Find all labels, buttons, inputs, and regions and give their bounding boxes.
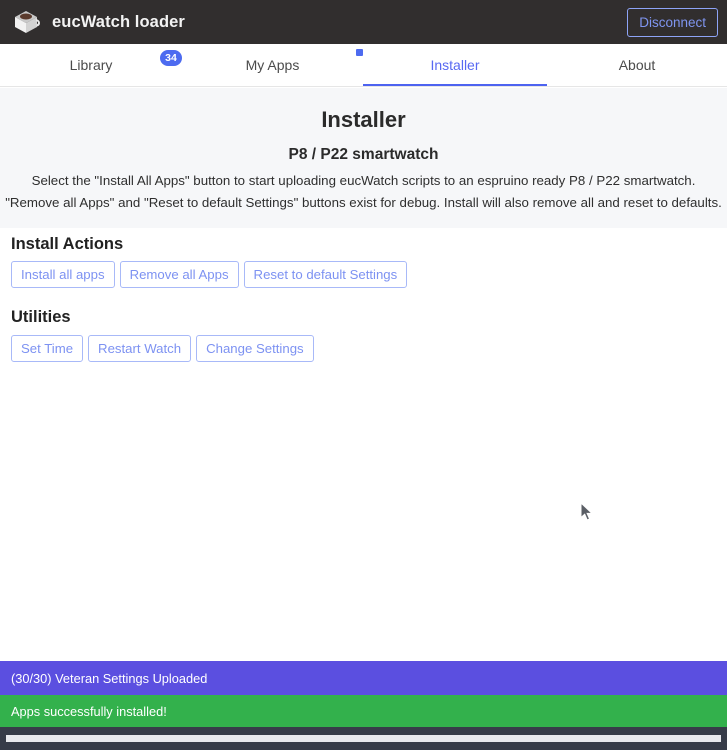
tab-installer-label: Installer: [430, 57, 480, 73]
success-status-text: Apps successfully installed!: [11, 703, 167, 719]
restart-watch-button[interactable]: Restart Watch: [88, 335, 192, 362]
my-apps-notification-dot: [356, 49, 363, 56]
installer-jumbotron: Installer P8 / P22 smartwatch Select the…: [0, 88, 727, 228]
active-tab-underline: [363, 84, 547, 86]
tab-library-label: Library: [69, 57, 113, 73]
app-title: eucWatch loader: [52, 12, 185, 31]
espruino-cube-icon: [12, 9, 40, 35]
disconnect-button[interactable]: Disconnect: [627, 8, 718, 37]
reset-to-default-settings-button[interactable]: Reset to default Settings: [243, 261, 408, 288]
install-actions-buttons: Install all apps Remove all Apps Reset t…: [11, 261, 412, 288]
instructions-line-2: "Remove all Apps" and "Reset to default …: [5, 195, 722, 210]
progress-bar-track: [6, 735, 721, 742]
tab-my-apps[interactable]: My Apps: [182, 44, 363, 86]
tab-my-apps-label: My Apps: [245, 57, 300, 73]
tab-about[interactable]: About: [547, 44, 727, 86]
change-settings-button[interactable]: Change Settings: [196, 335, 314, 362]
install-all-apps-button[interactable]: Install all apps: [11, 261, 115, 288]
app-header: eucWatch loader Disconnect: [0, 0, 727, 44]
utilities-heading: Utilities: [11, 308, 71, 326]
page-title: Installer: [321, 107, 406, 132]
page-subtitle: P8 / P22 smartwatch: [288, 146, 439, 163]
library-count-badge: 34: [160, 50, 182, 66]
main-tabbar: Library My Apps Installer About: [0, 44, 727, 87]
progress-bar-container: [0, 727, 727, 750]
progress-bar-fill: [6, 735, 721, 742]
remove-all-apps-button[interactable]: Remove all Apps: [119, 261, 239, 288]
arrow-pointer-icon: [580, 501, 594, 522]
set-time-button[interactable]: Set Time: [11, 335, 84, 362]
success-status-bar: Apps successfully installed!: [0, 695, 727, 727]
tab-installer[interactable]: Installer: [363, 44, 547, 86]
install-actions-heading: Install Actions: [11, 235, 124, 253]
tab-library[interactable]: Library: [0, 44, 182, 86]
tab-about-label: About: [618, 57, 656, 73]
brand: eucWatch loader: [12, 9, 185, 35]
instructions-line-1: Select the "Install All Apps" button to …: [31, 173, 696, 188]
utilities-buttons: Set Time Restart Watch Change Settings: [11, 335, 319, 362]
progress-status-text: (30/30) Veteran Settings Uploaded: [11, 670, 208, 686]
progress-status-bar: (30/30) Veteran Settings Uploaded: [0, 661, 727, 695]
